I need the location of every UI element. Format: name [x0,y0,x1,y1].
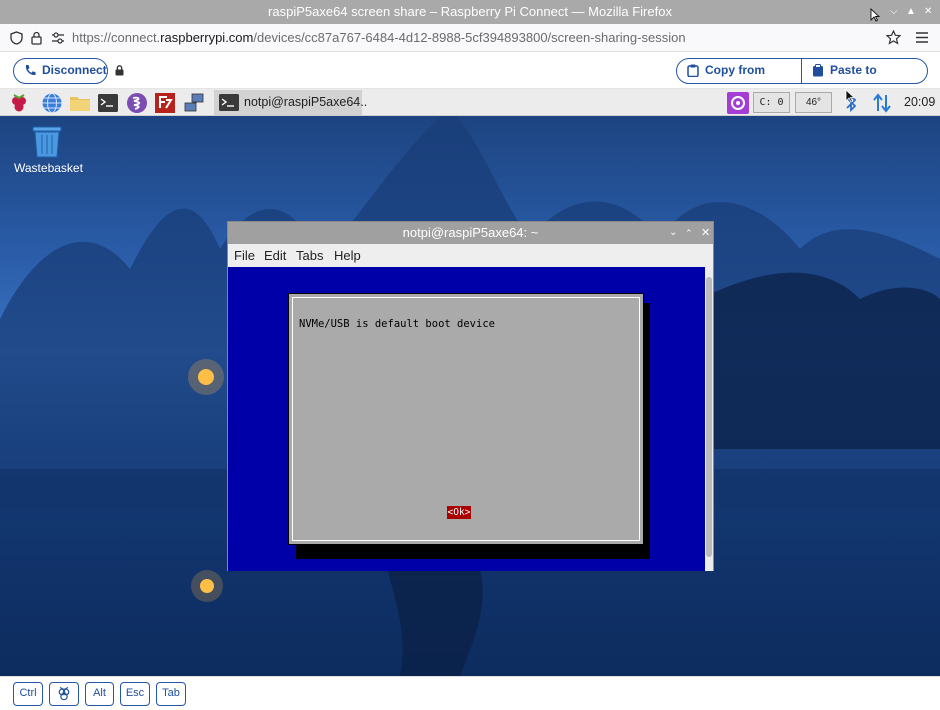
terminal-launcher-icon[interactable] [97,92,119,114]
url-path: /devices/cc87a767-6484-4d12-8988-5cf3948… [253,30,686,45]
browser-globe-icon[interactable] [41,92,63,114]
window-title: raspiP5axe64 screen share – Raspberry Pi… [268,4,672,19]
browser-title-bar: raspiP5axe64 screen share – Raspberry Pi… [0,0,940,24]
esc-key-button[interactable]: Esc [120,682,150,706]
bookmark-star-icon[interactable] [886,30,901,45]
menu-icon[interactable] [916,32,928,43]
scrollbar-thumb[interactable] [706,277,712,557]
copy-from-remote-button[interactable]: Copy from remote [676,58,803,100]
terminal-menu-bar: File Edit Tabs Help [228,244,713,267]
dialog-border [292,297,640,541]
alt-key-button[interactable]: Alt [85,682,114,706]
menu-help[interactable]: Help [334,248,361,263]
filezilla-icon[interactable] [154,92,176,114]
minimize-icon[interactable]: ⌵ [890,0,898,24]
emacs-icon[interactable] [126,92,148,114]
terminal-scrollbar[interactable] [705,267,713,571]
pi-taskbar: notpi@raspiP5axe64.. C: 0 46° 20:09 [0,89,940,116]
clipboard-copy-icon [687,64,699,77]
paste-to-remote-button[interactable]: Paste to remote [801,58,928,100]
menu-tabs[interactable]: Tabs [296,248,323,263]
file-manager-icon[interactable] [69,92,91,114]
secure-lock-icon [115,65,124,76]
active-window-label: notpi@raspiP5axe64.. [244,95,368,109]
connect-toolbar: Disconnect Copy from remote Paste to rem… [0,52,940,100]
remote-desktop[interactable]: notpi@raspiP5axe64.. C: 0 46° 20:09 Wast… [0,89,940,676]
raspberry-key-icon [58,686,70,701]
trash-icon [32,126,62,158]
dialog-message: NVMe/USB is default boot device [299,318,495,330]
terminal-body[interactable]: NVMe/USB is default boot device <Ok> [228,267,706,571]
terminal-maximize-icon[interactable]: ⌃ [685,222,693,244]
terminal-title-bar[interactable]: notpi@raspiP5axe64: ~ ⌄ ⌃ ✕ [228,222,713,244]
temperature-monitor[interactable]: 46° [795,92,832,113]
menu-edit[interactable]: Edit [264,248,286,263]
close-icon[interactable]: ✕ [924,0,932,24]
lock-icon[interactable] [31,31,42,45]
tab-key-button[interactable]: Tab [156,682,186,706]
connect-status-icon[interactable] [727,92,749,114]
terminal-window[interactable]: notpi@raspiP5axe64: ~ ⌄ ⌃ ✕ File Edit Ta… [227,221,714,571]
local-cursor-icon [870,8,880,22]
terminal-minimize-icon[interactable]: ⌄ [669,222,677,244]
terminal-window-icon [219,94,239,111]
clipboard-paste-icon [813,64,823,77]
url-text[interactable]: https://connect.raspberrypi.com/devices/… [72,30,686,45]
terminal-close-icon[interactable]: ✕ [701,222,710,244]
super-key-button[interactable] [49,682,79,706]
menu-file[interactable]: File [234,248,255,263]
maximize-icon[interactable]: ▲ [906,0,916,24]
special-keys-bar: Ctrl Alt Esc Tab [0,676,940,710]
mouse-cursor-icon [845,89,855,103]
ctrl-key-button[interactable]: Ctrl [13,682,43,706]
ok-button[interactable]: <Ok> [447,506,471,519]
network-transfer-icon[interactable] [871,92,893,114]
address-bar[interactable]: https://connect.raspberrypi.com/devices/… [0,24,940,52]
taskbar-clock[interactable]: 20:09 [904,95,935,109]
terminal-title: notpi@raspiP5axe64: ~ [402,225,539,240]
disconnect-label: Disconnect [42,63,107,77]
cpu-label: C: 0 [759,97,784,108]
taskbar-active-window[interactable]: notpi@raspiP5axe64.. [214,90,367,115]
permissions-icon[interactable] [51,32,65,44]
network-computers-icon[interactable] [183,92,205,114]
wastebasket-label: Wastebasket [14,161,83,175]
shield-icon[interactable] [10,31,23,45]
url-prefix: https://connect. [72,30,161,45]
raspi-config-dialog: NVMe/USB is default boot device <Ok> [288,293,644,545]
wastebasket-desktop-icon[interactable]: Wastebasket [14,125,84,177]
url-domain: raspberrypi.com [160,30,254,45]
temperature-label: 46° [805,97,822,108]
raspberry-menu-icon[interactable] [8,92,30,114]
phone-icon [25,65,36,76]
disconnect-button[interactable]: Disconnect [13,58,108,84]
cpu-monitor[interactable]: C: 0 [753,92,790,113]
